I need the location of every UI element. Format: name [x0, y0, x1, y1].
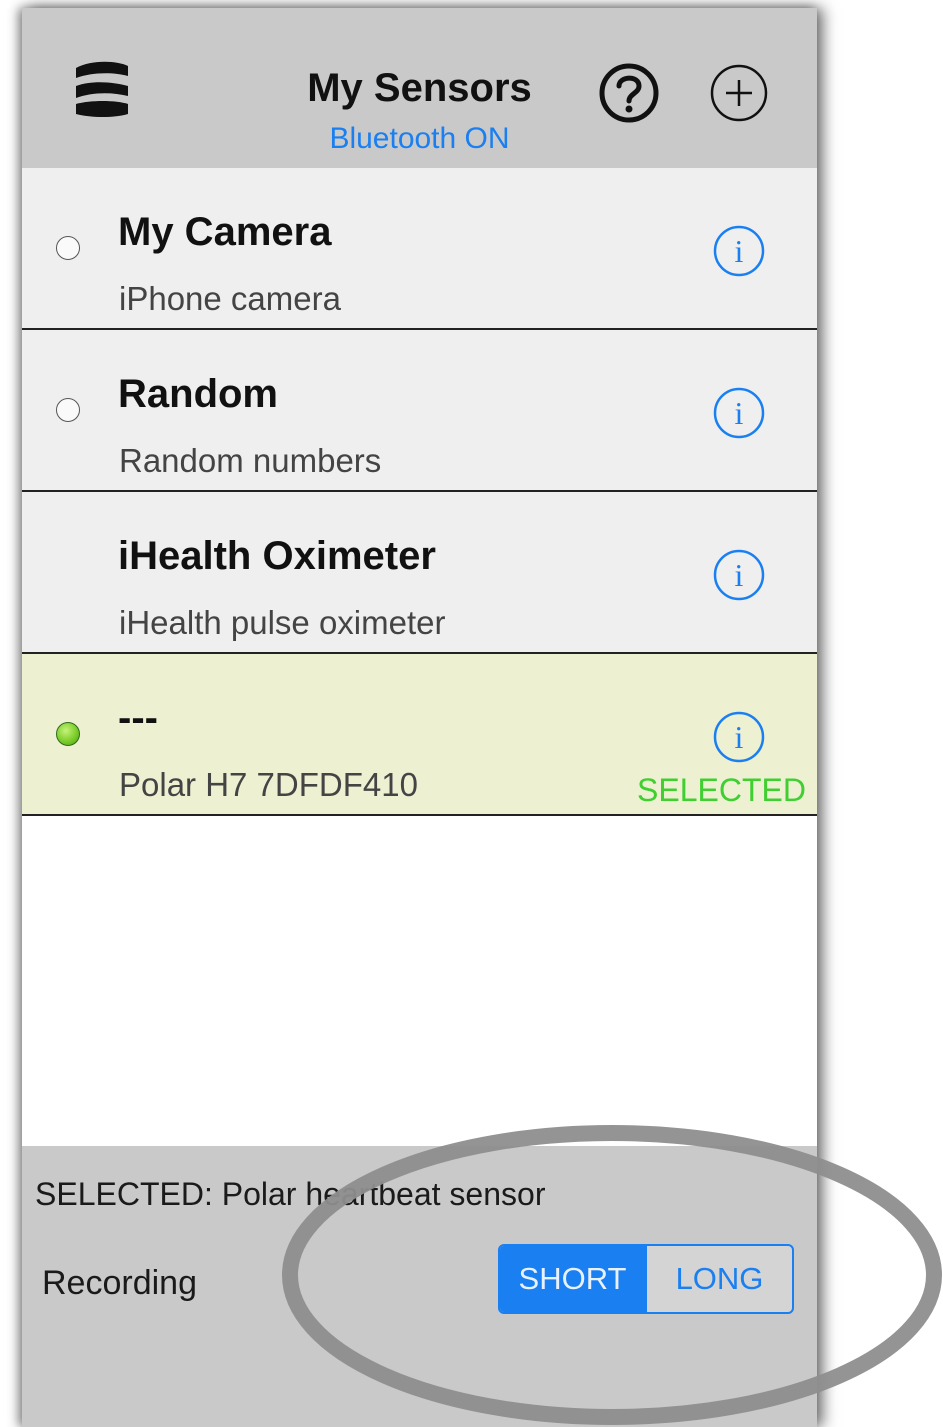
sensor-subtitle: iHealth pulse oximeter	[119, 604, 446, 641]
segment-long[interactable]: LONG	[645, 1246, 792, 1312]
info-icon[interactable]: i	[712, 224, 766, 278]
nav-bar: My Sensors Bluetooth ON	[22, 8, 817, 168]
svg-text:i: i	[735, 557, 744, 593]
plus-circle-icon[interactable]	[708, 62, 770, 124]
page-title: My Sensors	[307, 66, 532, 110]
sensor-row-ihealth-oximeter[interactable]: iHealth Oximeter iHealth pulse oximeter …	[22, 492, 817, 654]
radio-button[interactable]	[56, 236, 80, 260]
question-circle-icon[interactable]	[598, 62, 660, 124]
sensor-row-random[interactable]: Random Random numbers i	[22, 330, 817, 492]
svg-text:i: i	[735, 395, 744, 431]
sensor-subtitle: iPhone camera	[119, 280, 341, 317]
radio-button-selected[interactable]	[56, 722, 80, 746]
selected-sensor-text: SELECTED: Polar heartbeat sensor	[35, 1176, 546, 1212]
svg-text:i: i	[735, 719, 744, 755]
svg-text:i: i	[735, 233, 744, 269]
bluetooth-status: Bluetooth ON	[329, 122, 510, 155]
phone-screen: My Sensors Bluetooth ON My Camera iPhone…	[22, 8, 817, 1427]
sensor-row-polar-h7[interactable]: --- Polar H7 7DFDF410 i SELECTED	[22, 654, 817, 816]
info-icon[interactable]: i	[712, 548, 766, 602]
sensor-subtitle: Random numbers	[119, 442, 382, 479]
sensor-subtitle: Polar H7 7DFDF410	[119, 766, 418, 803]
info-icon[interactable]: i	[712, 710, 766, 764]
sensor-title: My Camera	[118, 210, 332, 254]
sensor-title: ---	[118, 696, 158, 740]
recording-label: Recording	[42, 1264, 197, 1302]
sensor-title: Random	[118, 372, 278, 416]
info-icon[interactable]: i	[712, 386, 766, 440]
radio-button[interactable]	[56, 398, 80, 422]
recording-segmented-control: SHORT LONG	[498, 1244, 794, 1314]
footer-panel: SELECTED: Polar heartbeat sensor Recordi…	[22, 1146, 817, 1427]
sensor-row-my-camera[interactable]: My Camera iPhone camera i	[22, 168, 817, 330]
segment-short[interactable]: SHORT	[500, 1246, 645, 1312]
selected-status-label: SELECTED	[637, 772, 806, 808]
sensor-title: iHealth Oximeter	[118, 534, 436, 578]
sensor-list: My Camera iPhone camera i Random Random …	[22, 168, 817, 816]
